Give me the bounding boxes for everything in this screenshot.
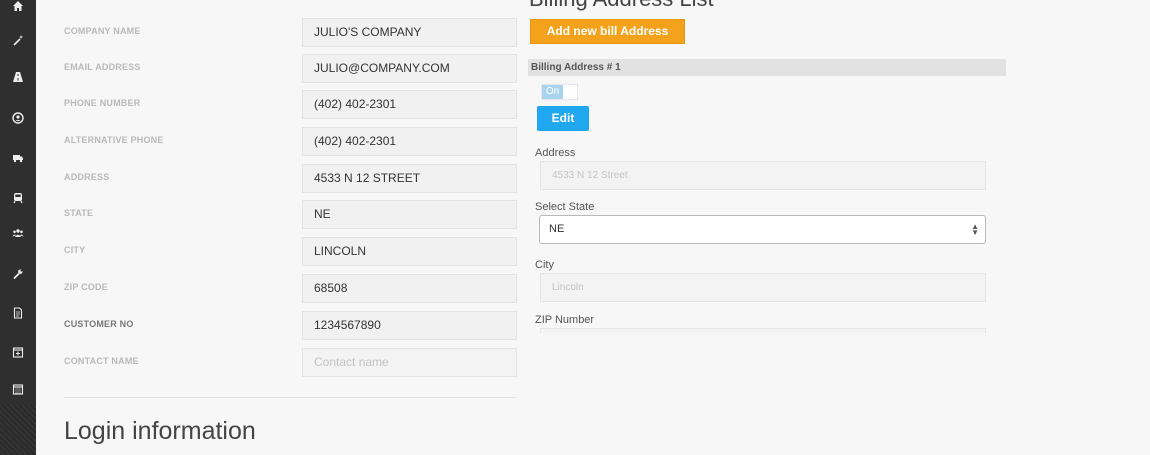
alt-phone-input[interactable]: (402) 402-2301	[302, 127, 517, 156]
email-label: EMAIL ADDRESS	[64, 62, 141, 72]
state-select[interactable]: NE ▲ ▼	[539, 215, 986, 244]
phone-label: PHONE NUMBER	[64, 98, 141, 108]
customer-no-row: CUSTOMER NO 1234567890	[64, 311, 517, 340]
train-icon	[13, 193, 23, 204]
state-row: STATE NE	[64, 200, 517, 229]
address-input[interactable]: 4533 N 12 STREET	[302, 164, 517, 193]
billing-city-input[interactable]: Lincoln	[540, 273, 986, 302]
company-name-row: COMPANY NAME JULIO'S COMPANY	[64, 18, 517, 47]
login-section-title: Login information	[64, 417, 256, 445]
billing-address-header: Billing Address # 1	[528, 59, 1006, 76]
address-row: ADDRESS 4533 N 12 STREET	[64, 164, 517, 193]
company-name-input[interactable]: JULIO'S COMPANY	[302, 18, 517, 47]
sidebar-item-wand[interactable]	[0, 22, 36, 58]
city-row: CITY LINCOLN	[64, 237, 517, 266]
active-toggle[interactable]: On	[541, 84, 578, 100]
email-row: EMAIL ADDRESS JULIO@COMPANY.COM	[64, 54, 517, 83]
zip-label: ZIP CODE	[64, 282, 108, 292]
alt-phone-label: ALTERNATIVE PHONE	[64, 135, 164, 145]
sidebar-item-group[interactable]	[0, 215, 36, 251]
calendar-plus-icon	[12, 347, 24, 358]
city-input[interactable]: LINCOLN	[302, 237, 517, 266]
zip-input[interactable]: 68508	[302, 274, 517, 303]
sidebar-item-document[interactable]	[0, 295, 36, 331]
sidebar-item-truck[interactable]	[0, 140, 36, 176]
section-divider	[64, 397, 516, 398]
phone-row: PHONE NUMBER (402) 402-2301	[64, 90, 517, 119]
zip-number-label: ZIP Number	[535, 314, 595, 326]
email-input[interactable]: JULIO@COMPANY.COM	[302, 54, 517, 83]
contact-name-label: CONTACT NAME	[64, 356, 139, 366]
alt-phone-row: ALTERNATIVE PHONE (402) 402-2301	[64, 127, 517, 156]
customer-no-input[interactable]: 1234567890	[302, 311, 517, 340]
company-name-label: COMPANY NAME	[64, 26, 141, 36]
select-state-label: Select State	[535, 201, 595, 213]
wrench-icon	[13, 269, 23, 280]
address-label: ADDRESS	[64, 172, 110, 182]
sidebar	[0, 0, 36, 455]
zip-row: ZIP CODE 68508	[64, 274, 517, 303]
wand-icon	[13, 35, 23, 46]
contact-name-input[interactable]: Contact name	[302, 348, 517, 377]
road-icon	[13, 72, 23, 82]
select-arrows-icon: ▲ ▼	[971, 221, 979, 237]
sidebar-item-calendar-add[interactable]	[0, 334, 36, 370]
state-select-value: NE	[549, 223, 565, 235]
home-icon	[13, 1, 23, 11]
city-label: CITY	[64, 245, 86, 255]
billing-address-label: Address	[535, 147, 576, 159]
document-icon	[13, 307, 23, 319]
sidebar-item-user[interactable]	[0, 100, 36, 136]
sidebar-item-home[interactable]	[0, 0, 36, 24]
sidebar-item-wrench[interactable]	[0, 256, 36, 292]
group-icon	[12, 229, 24, 237]
toggle-on-label: On	[542, 85, 563, 99]
zip-number-input[interactable]	[540, 328, 986, 333]
customer-no-label: CUSTOMER NO	[64, 319, 134, 329]
sidebar-item-train[interactable]	[0, 180, 36, 216]
billing-address-input[interactable]: 4533 N 12 Street	[540, 161, 986, 190]
billing-list-title: Billing Address List	[529, 0, 714, 12]
billing-city-label: City	[535, 259, 554, 271]
user-circle-icon	[12, 112, 24, 124]
phone-input[interactable]: (402) 402-2301	[302, 90, 517, 119]
edit-button[interactable]: Edit	[537, 106, 589, 131]
calendar-icon	[12, 384, 24, 395]
state-input[interactable]: NE	[302, 200, 517, 229]
truck-icon	[13, 155, 23, 163]
sidebar-footer-pattern	[0, 405, 36, 455]
contact-name-row: CONTACT NAME Contact name	[64, 348, 517, 377]
state-label: STATE	[64, 208, 94, 218]
sidebar-item-road[interactable]	[0, 59, 36, 95]
sidebar-item-calendar[interactable]	[0, 371, 36, 407]
add-bill-address-button[interactable]: Add new bill Address	[530, 19, 685, 44]
